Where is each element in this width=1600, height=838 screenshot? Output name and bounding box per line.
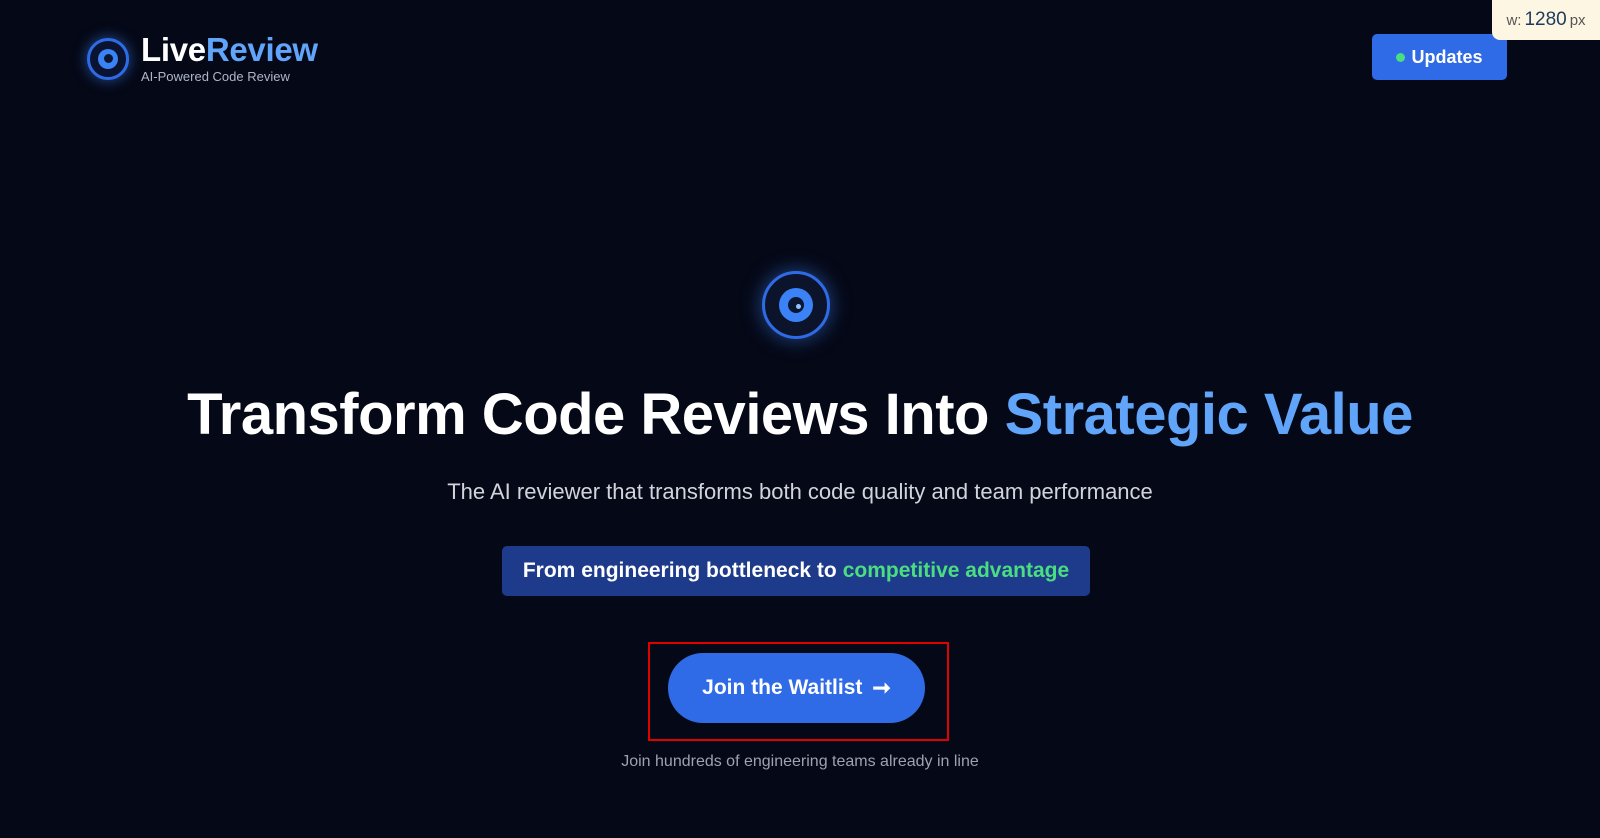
banner-accent: competitive advantage	[842, 559, 1070, 582]
brand-name-part1: Live	[141, 31, 206, 68]
brand-name: LiveReview	[141, 33, 318, 67]
width-unit: px	[1569, 11, 1586, 29]
banner-text: From engineering bottleneck to	[522, 559, 837, 582]
updates-label: Updates	[1411, 46, 1483, 67]
value-banner: From engineering bottleneck to competiti…	[502, 546, 1090, 596]
hero-subtitle: The AI reviewer that transforms both cod…	[447, 479, 1153, 504]
status-dot-icon	[1396, 52, 1406, 62]
join-waitlist-button[interactable]: Join the Waitlist ➞	[668, 653, 925, 723]
cta-label: Join the Waitlist	[702, 676, 863, 699]
width-prefix: w:	[1506, 11, 1522, 29]
updates-button[interactable]: Updates	[1372, 34, 1507, 80]
headline-main: Transform Code Reviews Into	[187, 382, 1005, 447]
landing-page: LiveReview AI-Powered Code Review Update…	[0, 0, 1600, 838]
headline-accent: Strategic Value	[1004, 382, 1414, 447]
brand-name-part2: Review	[205, 31, 318, 68]
arrow-right-icon: ➞	[872, 675, 891, 700]
brand-tagline: AI-Powered Code Review	[141, 69, 290, 84]
brand-logo[interactable]: LiveReview AI-Powered Code Review	[87, 33, 318, 85]
eye-icon	[762, 271, 830, 339]
viewport-width-badge: w: 1280 px	[1492, 0, 1600, 40]
cta-note: Join hundreds of engineering teams alrea…	[621, 753, 979, 770]
eye-icon	[87, 38, 129, 80]
hero-headline: Transform Code Reviews Into Strategic Va…	[0, 380, 1600, 450]
width-value: 1280	[1524, 9, 1567, 30]
